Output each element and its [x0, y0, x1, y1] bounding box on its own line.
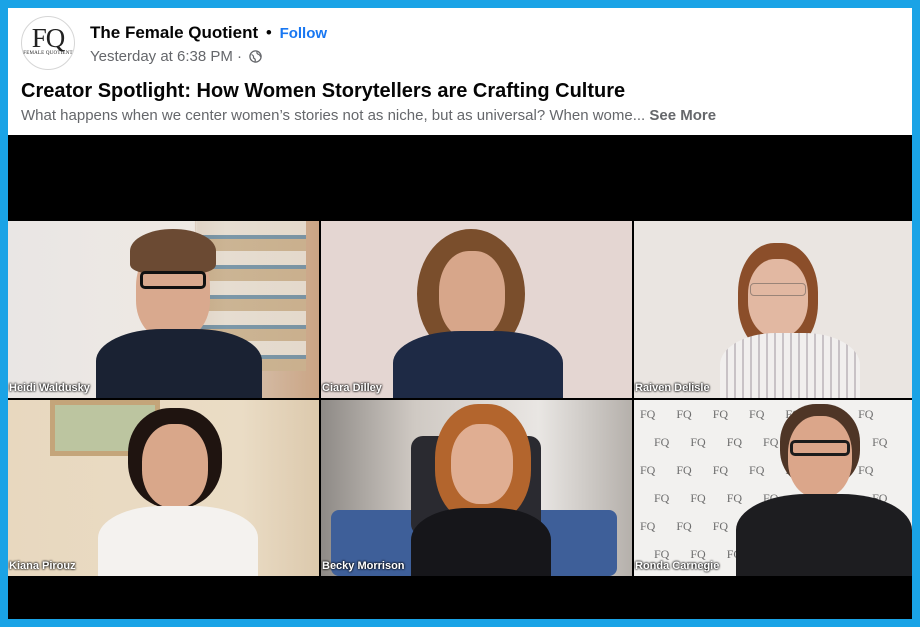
- participant-body: [393, 331, 563, 398]
- post-title: Creator Spotlight: How Women Storyteller…: [21, 80, 626, 102]
- globe-icon[interactable]: [249, 50, 262, 68]
- meta-separator: ·: [237, 48, 243, 65]
- participant-head: [748, 259, 808, 337]
- eyeglasses: [790, 440, 850, 456]
- description-text: What happens when we center women’s stor…: [21, 107, 646, 124]
- participant-tile: Becky Morrison: [321, 400, 632, 576]
- participant-name: Becky Morrison: [322, 560, 405, 572]
- participant-body: [98, 506, 258, 576]
- participant-tile: FQ FQ FQ FQ FQ FQ FQ FQ FQ FQ FQ FQ FQ F…: [634, 400, 912, 576]
- follow-button[interactable]: Follow: [280, 25, 328, 42]
- video-player[interactable]: Heidi Waldusky Ciara Dilley Raiven Delis…: [8, 135, 912, 619]
- participant-head: [451, 424, 513, 504]
- avatar-logo-subtext: FEMALE QUOTIENT: [23, 51, 73, 56]
- post-header: FQ FEMALE QUOTIENT The Female Quotient •…: [8, 8, 912, 136]
- participant-name: Raiven Delisle: [635, 382, 710, 394]
- participant-hair: [130, 229, 216, 273]
- participant-tile: Ciara Dilley: [321, 221, 632, 398]
- participant-name: Ronda Carnegie: [635, 560, 720, 572]
- participant-body: [96, 329, 262, 398]
- participant-name: Kiana Pirouz: [9, 560, 76, 572]
- facebook-post: FQ FEMALE QUOTIENT The Female Quotient •…: [8, 8, 912, 619]
- post-meta: Yesterday at 6:38 PM ·: [90, 48, 262, 68]
- participant-body: [411, 508, 551, 576]
- participant-head: [439, 251, 505, 339]
- post-timestamp[interactable]: Yesterday at 6:38 PM: [90, 48, 233, 65]
- eyeglasses: [750, 283, 806, 296]
- participant-head: [142, 424, 208, 508]
- see-more-link[interactable]: See More: [649, 107, 716, 124]
- participant-head: [788, 416, 852, 498]
- participant-tile: Kiana Pirouz: [8, 400, 319, 576]
- participant-body: [736, 494, 912, 576]
- page-name-link[interactable]: The Female Quotient: [90, 23, 258, 42]
- page-avatar[interactable]: FQ FEMALE QUOTIENT: [21, 16, 75, 70]
- eyeglasses: [140, 271, 206, 289]
- participant-tile: Heidi Waldusky: [8, 221, 319, 398]
- separator: •: [265, 23, 272, 42]
- participant-name: Heidi Waldusky: [9, 382, 90, 394]
- participant-tile: Raiven Delisle: [634, 221, 912, 398]
- participant-body: [720, 333, 860, 398]
- avatar-logo: FQ: [31, 23, 66, 53]
- page-name-row: The Female Quotient • Follow: [90, 23, 327, 44]
- participant-name: Ciara Dilley: [322, 382, 382, 394]
- post-description: What happens when we center women’s stor…: [21, 107, 716, 125]
